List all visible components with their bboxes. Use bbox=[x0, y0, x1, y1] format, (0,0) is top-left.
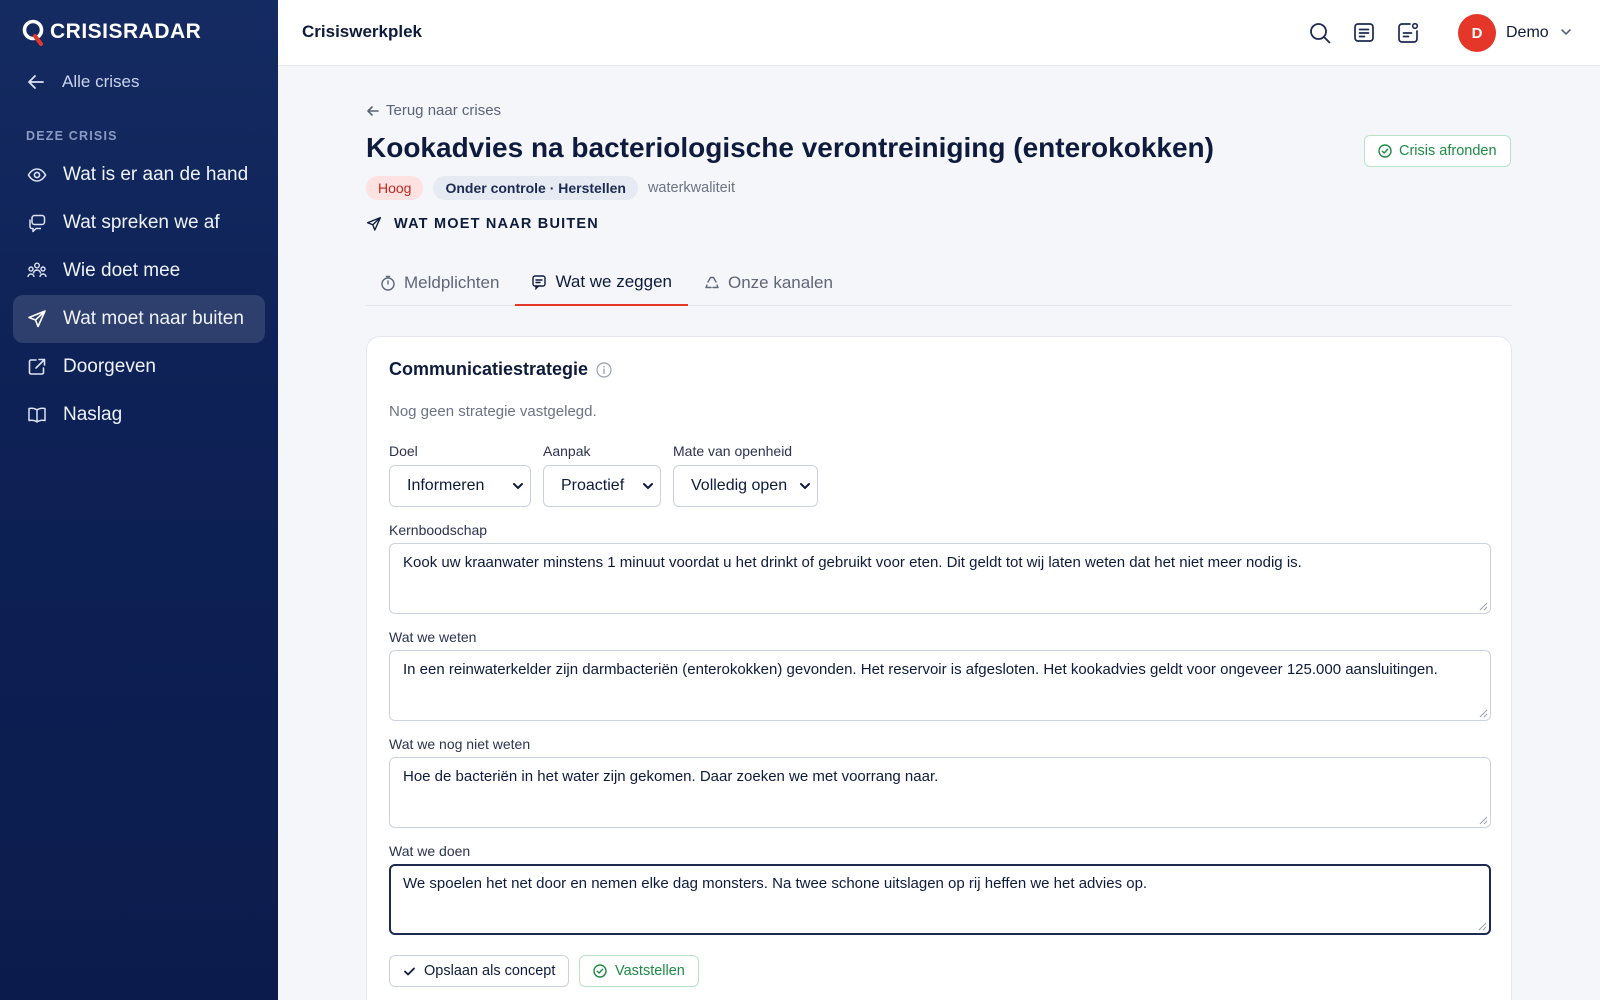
message-icon bbox=[532, 274, 547, 290]
back-to-crises-label: Terug naar crises bbox=[386, 102, 502, 119]
sidebar-section-label: DEZE CRISIS bbox=[26, 129, 118, 143]
sidebar-item-label: Wat is er aan de hand bbox=[63, 164, 249, 185]
sidebar-item-forward[interactable]: Doorgeven bbox=[13, 343, 265, 391]
goal-select[interactable]: Informeren bbox=[389, 465, 531, 507]
chevron-down-icon bbox=[643, 483, 653, 490]
goal-value: Informeren bbox=[407, 477, 485, 494]
key-message-textarea[interactable]: Kook uw kraanwater minstens 1 minuut voo… bbox=[389, 543, 1491, 614]
key-message-label: Kernboodschap bbox=[389, 522, 488, 538]
arrow-left-icon bbox=[28, 75, 44, 89]
tab-bar: Meldplichten Wat we zeggen Onze kanalen bbox=[366, 259, 1512, 306]
approach-value: Proactief bbox=[561, 477, 625, 494]
notifications-icon[interactable] bbox=[1396, 21, 1420, 45]
resize-handle-icon[interactable] bbox=[1479, 602, 1488, 611]
empty-strategy-text: Nog geen strategie vastgelegd. bbox=[389, 403, 597, 420]
sidebar-item-label: Doorgeven bbox=[63, 356, 156, 377]
people-icon bbox=[27, 262, 47, 278]
chevron-down-icon bbox=[513, 483, 523, 490]
crisis-tags: Hoog Onder controle · Herstellen waterkw… bbox=[366, 176, 735, 200]
send-icon bbox=[28, 310, 46, 328]
sidebar-item-label: Naslag bbox=[63, 404, 123, 425]
tab-label: Onze kanalen bbox=[728, 272, 833, 292]
check-icon bbox=[404, 967, 415, 975]
communication-strategy-card: Communicatiestrategie Nog geen strategie… bbox=[366, 336, 1512, 1000]
search-icon[interactable] bbox=[1308, 21, 1332, 45]
category-label: waterkwaliteit bbox=[647, 180, 735, 196]
main-content: Terug naar crises Kookadvies na bacterio… bbox=[278, 66, 1600, 1000]
unknown-value: Hoe de bacteriën in het water zijn gekom… bbox=[403, 768, 939, 785]
sidebar-item-external-communication[interactable]: Wat moet naar buiten bbox=[13, 295, 265, 343]
approach-select[interactable]: Proactief bbox=[543, 465, 661, 507]
back-to-crises-link[interactable]: Terug naar crises bbox=[366, 102, 501, 119]
chat-icon bbox=[29, 214, 46, 233]
close-crisis-label: Crisis afronden bbox=[1399, 143, 1497, 159]
close-crisis-button[interactable]: Crisis afronden bbox=[1364, 135, 1511, 167]
recycle-icon bbox=[705, 276, 719, 288]
section-heading-label: WAT MOET NAAR BUITEN bbox=[394, 216, 599, 232]
stopwatch-icon bbox=[381, 275, 395, 291]
resize-handle-icon[interactable] bbox=[1478, 922, 1487, 931]
actions-textarea[interactable]: We spoelen het net door en nemen elke da… bbox=[389, 864, 1491, 935]
unknown-textarea[interactable]: Hoe de bacteriën in het water zijn gekom… bbox=[389, 757, 1491, 828]
workspace-title: Crisiswerkplek bbox=[302, 22, 423, 41]
book-icon bbox=[28, 407, 46, 423]
sidebar-item-label: Wie doet mee bbox=[63, 260, 181, 281]
actions-label: Wat we doen bbox=[389, 843, 471, 859]
tab-our-channels[interactable]: Onze kanalen bbox=[688, 259, 849, 306]
sidebar-item-label: Wat spreken we af bbox=[63, 212, 220, 233]
tab-label: Wat we zeggen bbox=[555, 271, 672, 291]
section-heading: WAT MOET NAAR BUITEN bbox=[366, 216, 599, 232]
messages-icon[interactable] bbox=[1352, 21, 1376, 45]
confirm-strategy-button[interactable]: Vaststellen bbox=[579, 955, 699, 987]
arrow-left-icon bbox=[367, 105, 379, 116]
sidebar-item-participants[interactable]: Wie doet mee bbox=[13, 247, 265, 295]
all-crises-link[interactable]: Alle crises bbox=[26, 72, 139, 92]
save-draft-label: Opslaan als concept bbox=[424, 963, 556, 979]
known-label: Wat we weten bbox=[389, 629, 477, 645]
confirm-strategy-label: Vaststellen bbox=[615, 963, 685, 979]
actions-value: We spoelen het net door en nemen elke da… bbox=[403, 875, 1148, 892]
sidebar-item-reference[interactable]: Naslag bbox=[13, 391, 265, 439]
status-badge: Onder controle · Herstellen bbox=[433, 176, 638, 200]
tab-what-we-say[interactable]: Wat we zeggen bbox=[515, 259, 688, 306]
openness-label: Mate van openheid bbox=[673, 443, 793, 459]
resize-handle-icon[interactable] bbox=[1479, 816, 1488, 825]
check-circle-icon bbox=[593, 964, 607, 978]
chevron-down-icon bbox=[800, 483, 810, 490]
sidebar-item-situation[interactable]: Wat is er aan de hand bbox=[13, 151, 265, 199]
user-name[interactable]: Demo bbox=[1506, 24, 1549, 42]
save-draft-button[interactable]: Opslaan als concept bbox=[389, 955, 570, 987]
resize-handle-icon[interactable] bbox=[1479, 709, 1488, 718]
known-value: In een reinwaterkelder zijn darmbacterië… bbox=[403, 661, 1438, 678]
sidebar-item-agreements[interactable]: Wat spreken we af bbox=[13, 199, 265, 247]
brand-logo[interactable]: CRISISRADAR bbox=[22, 18, 201, 46]
approach-label: Aanpak bbox=[543, 443, 591, 459]
info-icon[interactable] bbox=[596, 361, 612, 378]
send-icon bbox=[366, 216, 382, 231]
tab-label: Meldplichten bbox=[404, 272, 500, 292]
unknown-label: Wat we nog niet weten bbox=[389, 736, 531, 752]
key-message-value: Kook uw kraanwater minstens 1 minuut voo… bbox=[403, 554, 1302, 571]
all-crises-label: Alle crises bbox=[62, 72, 140, 91]
avatar[interactable]: D bbox=[1458, 14, 1496, 52]
card-title-label: Communicatiestrategie bbox=[389, 359, 589, 379]
priority-badge: Hoog bbox=[366, 176, 424, 200]
goal-label: Doel bbox=[389, 443, 418, 459]
page-title: Kookadvies na bacteriologische verontrei… bbox=[366, 132, 1214, 163]
sidebar-nav: Wat is er aan de hand Wat spreken we af … bbox=[13, 151, 265, 439]
brand-name: CRISISRADAR bbox=[50, 20, 202, 43]
external-link-icon bbox=[28, 358, 46, 375]
card-title: Communicatiestrategie bbox=[389, 359, 612, 380]
sidebar-item-label: Wat moet naar buiten bbox=[63, 308, 244, 329]
openness-select[interactable]: Volledig open bbox=[673, 465, 818, 507]
radar-logo-icon bbox=[22, 19, 44, 46]
top-bar: Crisiswerkplek D Demo bbox=[278, 0, 1600, 66]
check-circle-icon bbox=[1378, 144, 1392, 158]
openness-value: Volledig open bbox=[691, 477, 788, 494]
eye-icon bbox=[27, 168, 47, 182]
chevron-down-icon[interactable] bbox=[1560, 26, 1572, 38]
sidebar: CRISISRADAR Alle crises DEZE CRISIS Wat … bbox=[0, 0, 278, 1000]
tab-reporting-duties[interactable]: Meldplichten bbox=[366, 259, 515, 306]
known-textarea[interactable]: In een reinwaterkelder zijn darmbacterië… bbox=[389, 650, 1491, 721]
